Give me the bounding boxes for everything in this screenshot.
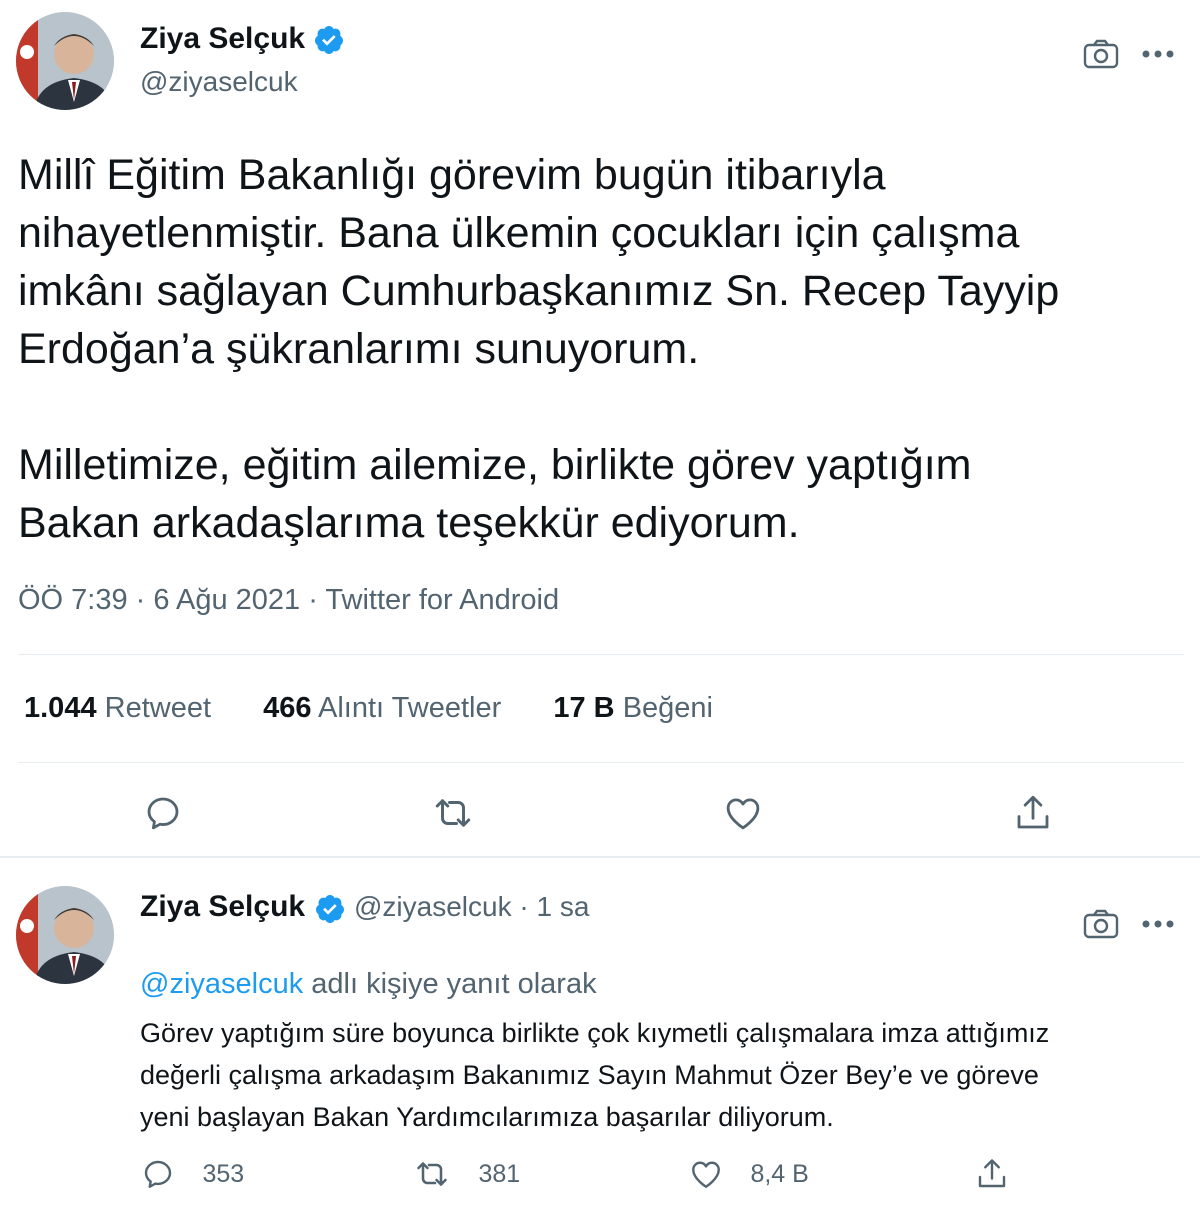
tweet-line: değerli çalışma arkadaşım Bakanımız Sayı… <box>140 1060 1039 1090</box>
reply-author-name[interactable]: Ziya Selçuk <box>140 890 305 923</box>
tweet-line: nihayetlenmiştir. Bana ülkemin çocukları… <box>18 209 1020 257</box>
quote-stat[interactable]: 466 Alıntı Tweetler <box>263 692 501 724</box>
replying-to: @ziyaselcuk adlı kişiye yanıt olarak <box>140 968 597 1001</box>
divider <box>18 654 1184 655</box>
tweet-line: Görev yaptığım süre boyunca birlikte çok… <box>140 1018 1050 1048</box>
more-options-button[interactable] <box>1140 914 1176 939</box>
like-icon <box>726 798 760 830</box>
reply-count: 353 <box>202 1159 245 1188</box>
reply-avatar[interactable] <box>16 886 114 984</box>
camera-button[interactable] <box>1083 38 1119 75</box>
reply-handle-time[interactable]: @ziyaselcuk · 1 sa <box>354 891 589 922</box>
reply-button[interactable]: 353 <box>140 1156 244 1192</box>
tweet-line: Milletimize, eğitim ailemize, birlikte g… <box>18 441 972 489</box>
retweet-button[interactable]: 381 <box>412 1156 520 1192</box>
reply-to-label: adlı kişiye yanıt olarak <box>311 968 597 1000</box>
share-button[interactable] <box>1012 792 1054 839</box>
stats-row: 1.044 Retweet 466 Alıntı Tweetler 17 B B… <box>24 692 713 725</box>
author-name[interactable]: Ziya Selçuk <box>140 22 305 55</box>
reply-header: Ziya Selçuk @ziyaselcuk · 1 sa <box>140 890 589 931</box>
tweet-timestamp[interactable]: ÖÖ 7:39 · 6 Ağu 2021 · Twitter for Andro… <box>18 584 559 617</box>
retweet-icon <box>417 1162 447 1186</box>
share-icon <box>978 1159 1006 1188</box>
retweet-icon <box>435 799 471 827</box>
author-handle[interactable]: @ziyaselcuk <box>140 66 298 98</box>
more-options-button[interactable] <box>1140 44 1176 69</box>
camera-button[interactable] <box>1083 908 1119 945</box>
camera-icon <box>1083 909 1119 939</box>
reply-button[interactable] <box>142 792 184 839</box>
retweet-button[interactable] <box>430 792 476 839</box>
avatar-image <box>16 886 114 984</box>
more-icon <box>1142 50 1174 58</box>
reply-to-mention[interactable]: @ziyaselcuk <box>140 968 303 1000</box>
retweet-count: 381 <box>478 1159 521 1188</box>
avatar-image <box>16 12 114 110</box>
camera-icon <box>1083 39 1119 69</box>
like-stat[interactable]: 17 B Beğeni <box>553 692 713 724</box>
tweet-line: yeni başlayan Bakan Yardımcılarımıza baş… <box>140 1102 834 1132</box>
like-icon <box>692 1161 720 1188</box>
retweet-stat[interactable]: 1.044 Retweet <box>24 692 211 724</box>
tweet-separator <box>0 856 1200 858</box>
share-icon <box>1017 795 1049 829</box>
tweet-line: imkânı sağlayan Cumhurbaşkanımız Sn. Rec… <box>18 267 1060 315</box>
reply-icon <box>144 1160 172 1188</box>
reply-tweet-text: Görev yaptığım süre boyunca birlikte çok… <box>140 1012 1190 1138</box>
tweet-text: Millî Eğitim Bakanlığı görevim bugün iti… <box>18 146 1188 552</box>
tweet-line: Bakan arkadaşlarıma teşekkür ediyorum. <box>18 499 800 547</box>
like-button[interactable]: 8,4 B <box>688 1156 809 1192</box>
verified-badge-icon <box>315 894 344 923</box>
tweet-line: Erdoğan’a şükranlarımı sunuyorum. <box>18 325 700 373</box>
divider <box>18 762 1184 763</box>
like-button[interactable] <box>722 792 764 839</box>
share-button[interactable] <box>974 1156 1010 1197</box>
like-count: 8,4 B <box>750 1159 809 1188</box>
author-name-row: Ziya Selçuk <box>140 22 345 56</box>
reply-icon <box>147 797 179 830</box>
verified-badge-icon <box>315 26 344 55</box>
more-icon <box>1142 920 1174 928</box>
tweet-line: Millî Eğitim Bakanlığı görevim bugün iti… <box>18 151 886 199</box>
avatar[interactable] <box>16 12 114 110</box>
